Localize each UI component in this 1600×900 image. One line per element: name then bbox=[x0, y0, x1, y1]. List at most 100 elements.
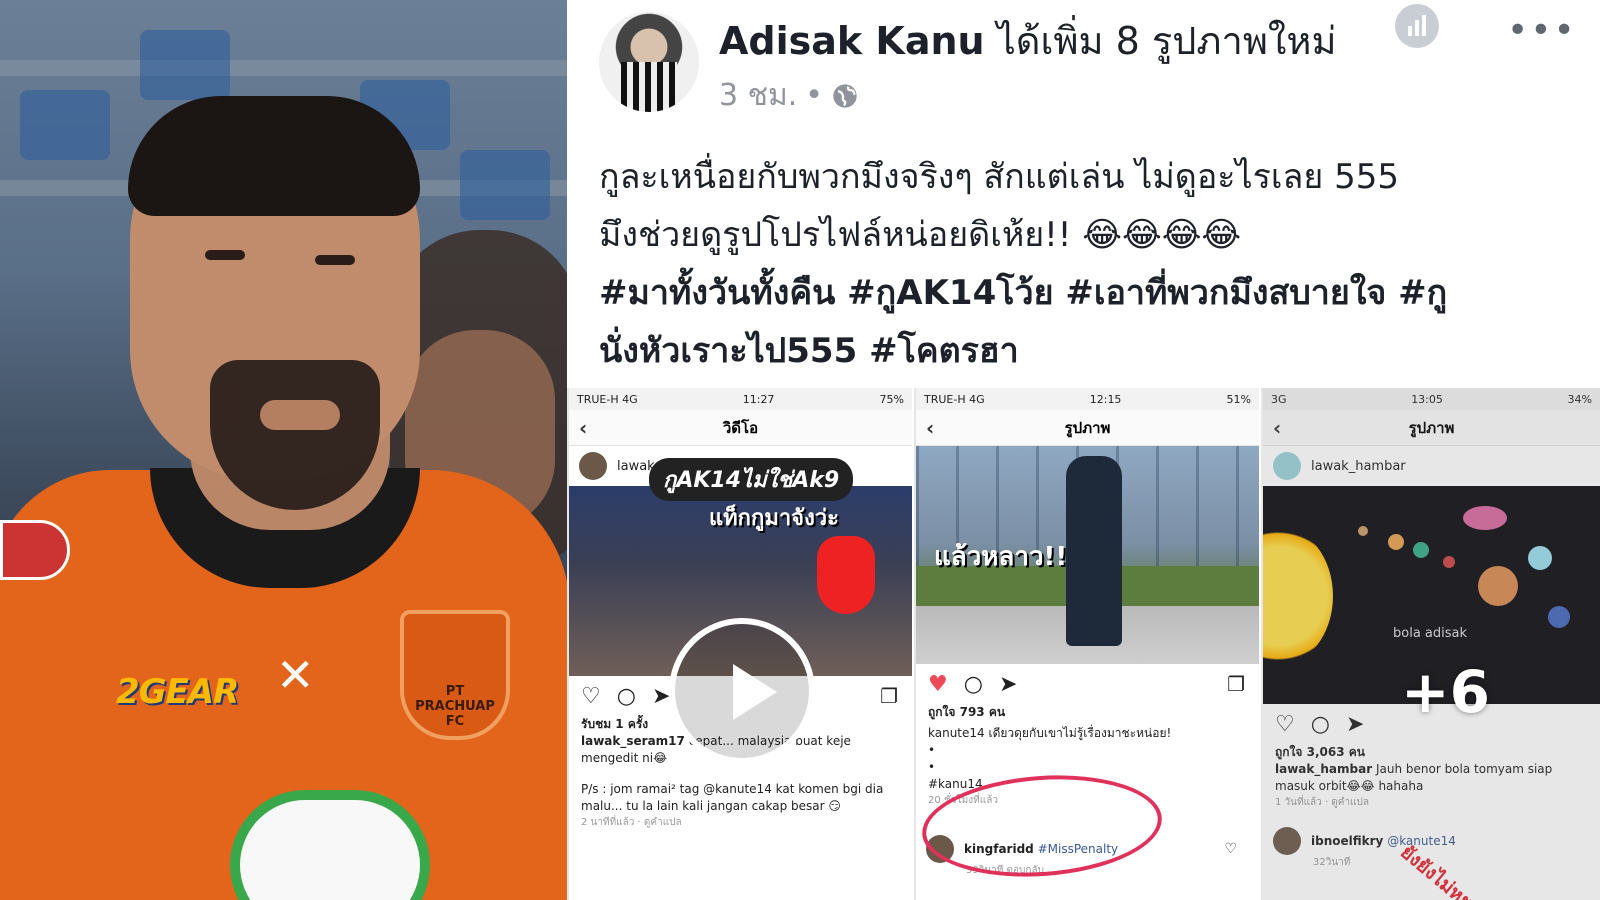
like-count[interactable]: ถูกใจ 3,063 คน bbox=[1263, 744, 1600, 761]
standing-person bbox=[1066, 456, 1122, 646]
kit-brand-logo: ✕ bbox=[276, 648, 315, 702]
caption-username[interactable]: lawak_hambar bbox=[1275, 762, 1372, 776]
caption-note: P/s : jom ramai² tag @kanute14 kat komen… bbox=[581, 782, 884, 813]
phone-status-bar: 3G 13:05 34% bbox=[1263, 388, 1600, 410]
battery-label: 34% bbox=[1567, 392, 1592, 406]
instagram-navbar: ‹ รูปภาพ bbox=[916, 410, 1259, 446]
share-icon[interactable]: ➤ bbox=[999, 672, 1017, 697]
share-icon[interactable]: ➤ bbox=[652, 684, 670, 709]
caption-dot: • bbox=[928, 743, 936, 757]
devil-emoji-icon bbox=[817, 536, 875, 614]
post-meta: 3 ชม. • bbox=[719, 72, 859, 119]
post-user-row: lawak_hambar bbox=[1263, 446, 1600, 486]
caption-line: มึงช่วยดูรูปโปรไฟล์หน่อยดิเห้ย!! 😂😂😂😂 bbox=[599, 215, 1242, 255]
facebook-post: Adisak Kanu ได้เพิ่ม 8 รูปภาพใหม่ 3 ชม. … bbox=[567, 0, 1600, 900]
share-icon[interactable]: ➤ bbox=[1346, 712, 1364, 737]
hashtag-line[interactable]: #มาทั้งวันทั้งคืน #กูAK14โว้ย #เอาที่พวก… bbox=[599, 264, 1599, 322]
user-avatar[interactable] bbox=[1273, 452, 1301, 480]
ig-caption: kanute14 เดียวดุยกับเขาไม่รู้เรื่องมาชะห… bbox=[928, 726, 1172, 740]
planet bbox=[1388, 534, 1404, 550]
meme-caption: bola adisak bbox=[1393, 626, 1468, 641]
player-hair bbox=[128, 96, 420, 216]
nav-title: วิดีโอ bbox=[722, 418, 759, 437]
post-age: 1 วันที่แล้ว · ดูคำแปล bbox=[1275, 797, 1370, 808]
commenter-avatar[interactable] bbox=[1273, 827, 1301, 855]
author-name[interactable]: Adisak Kanu bbox=[719, 19, 985, 63]
club-crest: PT PRACHUAP FC bbox=[400, 610, 510, 740]
caption-username[interactable]: lawak_seram17 bbox=[581, 734, 685, 748]
comment-icon[interactable]: ○ bbox=[617, 684, 636, 709]
bookmark-icon[interactable]: ❐ bbox=[1227, 672, 1245, 696]
phone-status-bar: TRUE-H 4G 11:27 75% bbox=[569, 388, 912, 410]
bookmark-icon[interactable]: ❐ bbox=[880, 684, 898, 708]
avatar-jersey bbox=[621, 62, 677, 112]
sun-graphic bbox=[1263, 526, 1333, 666]
more-photos-count[interactable]: +6 bbox=[1401, 658, 1490, 726]
photo-media[interactable]: แล้วหลาว!! bbox=[916, 446, 1259, 664]
meme-title: กูAK14ไม่ใช่Ak9 bbox=[649, 458, 854, 501]
stadium-seat bbox=[20, 90, 110, 160]
carrier-label: TRUE-H 4G bbox=[577, 392, 638, 406]
back-chevron-icon[interactable]: ‹ bbox=[579, 416, 587, 440]
caption-dot: • bbox=[928, 760, 936, 774]
back-chevron-icon[interactable]: ‹ bbox=[926, 416, 934, 440]
like-count[interactable]: ถูกใจ 793 คน bbox=[916, 704, 1259, 721]
caption-line: กูละเหนื่อยกับพวกมึงจริงๆ สักแต่เล่น ไม่… bbox=[599, 157, 1399, 197]
insights-icon[interactable] bbox=[1395, 4, 1439, 48]
heart-icon[interactable]: ♡ bbox=[581, 684, 601, 709]
author-avatar[interactable] bbox=[599, 12, 699, 112]
stadium-seat bbox=[140, 30, 230, 100]
play-icon[interactable] bbox=[669, 618, 815, 764]
sponsor-logo: 2GEAR bbox=[116, 672, 239, 712]
planet bbox=[1528, 546, 1552, 570]
clock-label: 11:27 bbox=[742, 392, 775, 406]
post-header: Adisak Kanu ได้เพิ่ม 8 รูปภาพใหม่ bbox=[719, 10, 1337, 71]
instagram-navbar: ‹ รูปภาพ bbox=[1263, 410, 1600, 446]
back-chevron-icon[interactable]: ‹ bbox=[1273, 416, 1281, 440]
comment-like-icon[interactable]: ♡ bbox=[1224, 841, 1237, 857]
carrier-label: TRUE-H 4G bbox=[924, 392, 985, 406]
carrier-label: 3G bbox=[1271, 392, 1287, 406]
planet bbox=[1548, 606, 1570, 628]
more-options-icon[interactable]: ••• bbox=[1507, 10, 1577, 51]
left-eye bbox=[205, 250, 245, 260]
post-caption: กูละเหนื่อยกับพวกมึงจริงๆ สักแต่เล่น ไม่… bbox=[599, 148, 1599, 380]
heart-filled-icon[interactable]: ♥ bbox=[928, 672, 948, 697]
meme-subtitle: แล้วหลาว!! bbox=[934, 542, 1068, 572]
planet bbox=[1463, 506, 1507, 530]
post-actions: ♥ ○ ➤ ❐ bbox=[916, 664, 1259, 704]
user-avatar[interactable] bbox=[579, 452, 607, 480]
planet bbox=[1443, 556, 1455, 568]
post-time[interactable]: 3 ชม. bbox=[719, 72, 797, 119]
post-age: 2 นาทีที่แล้ว · ดูคำแปล bbox=[581, 817, 682, 828]
stadium-rail bbox=[0, 60, 567, 76]
photo-tile-3[interactable]: 3G 13:05 34% ‹ รูปภาพ lawak_hambar bola … bbox=[1261, 388, 1600, 900]
planet bbox=[1478, 566, 1518, 606]
clock-label: 13:05 bbox=[1411, 392, 1443, 406]
photo-tile-1[interactable]: TRUE-H 4G 11:27 75% ‹ วิดีโอ lawak_seram… bbox=[567, 388, 912, 900]
commenter-name[interactable]: ibnoelfikry bbox=[1311, 834, 1383, 848]
comment-icon[interactable]: ○ bbox=[964, 672, 983, 697]
phone-status-bar: TRUE-H 4G 12:15 51% bbox=[916, 388, 1259, 410]
sleeve-patch bbox=[0, 520, 70, 580]
clock-label: 12:15 bbox=[1089, 392, 1122, 406]
profile-photo[interactable]: 2GEAR ✕ PT PRACHUAP FC bbox=[0, 0, 567, 900]
meta-separator: • bbox=[805, 78, 823, 113]
planet bbox=[1413, 542, 1429, 558]
heart-icon[interactable]: ♡ bbox=[1275, 712, 1295, 737]
username[interactable]: lawak_hambar bbox=[1311, 459, 1406, 474]
comment-icon[interactable]: ○ bbox=[1311, 712, 1330, 737]
meme-subtitle: แท็กกูมาจังว่ะ bbox=[709, 506, 839, 531]
post-action: ได้เพิ่ม 8 รูปภาพใหม่ bbox=[996, 19, 1337, 63]
chest-sponsor-badge bbox=[230, 790, 430, 900]
hashtag-line[interactable]: นั่งหัวเราะไป555 #โคตรฮา bbox=[599, 322, 1599, 380]
instagram-navbar: ‹ วิดีโอ bbox=[569, 410, 912, 446]
globe-icon[interactable] bbox=[831, 82, 859, 110]
right-eye bbox=[315, 255, 355, 265]
nav-title: รูปภาพ bbox=[1408, 418, 1455, 437]
battery-label: 75% bbox=[879, 392, 904, 406]
nav-title: รูปภาพ bbox=[1064, 418, 1111, 437]
stadium-seat bbox=[460, 150, 550, 220]
photo-tile-2[interactable]: TRUE-H 4G 12:15 51% ‹ รูปภาพ แล้วหลาว!! … bbox=[914, 388, 1259, 900]
planet bbox=[1358, 526, 1368, 536]
